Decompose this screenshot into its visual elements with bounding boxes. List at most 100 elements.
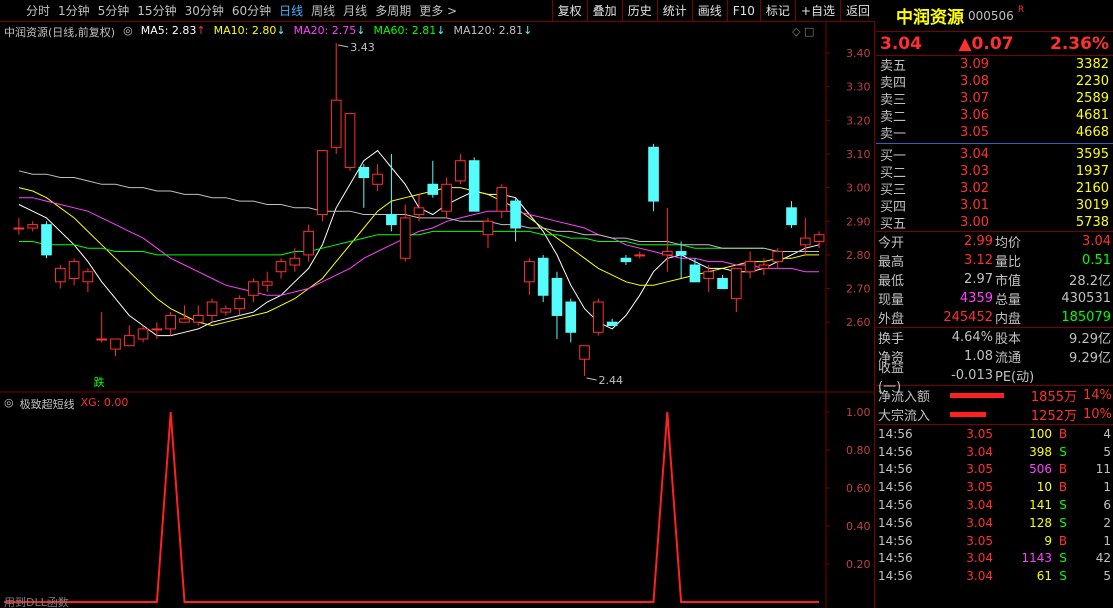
- tick-side: S: [1059, 444, 1067, 459]
- stat-label: 总量: [995, 293, 1022, 308]
- ob-price: 3.09: [960, 57, 989, 72]
- ob-volume: 4668: [1075, 125, 1109, 140]
- chart-svg[interactable]: 3.40 3.30 3.20 3.10 3.00 2.90 2.80 2.70 2.60 3.43…: [0, 22, 875, 608]
- candle-body: [524, 261, 535, 283]
- tick-row: 14:56 3.04 398 S 5: [876, 443, 1113, 461]
- candle-body: [275, 261, 287, 273]
- ma-arrow-icon: ↓: [436, 24, 446, 37]
- stock-title-row: 中润资源 000506 R: [876, 0, 1113, 32]
- y-tick-label: 3.20: [846, 114, 871, 127]
- candle-body: [551, 277, 563, 316]
- tab-period-9[interactable]: 多周期: [371, 2, 415, 19]
- toolbar-action-8[interactable]: 返回: [839, 0, 875, 22]
- high-label: 3.43: [350, 41, 375, 54]
- toolbar-action-2[interactable]: 历史: [621, 0, 657, 22]
- candle-body: [27, 224, 39, 229]
- tick-volume: 61: [1036, 569, 1052, 584]
- candle-body: [468, 160, 480, 212]
- candle-body: [330, 99, 342, 148]
- candle-body: [165, 314, 176, 330]
- candle-body: [110, 338, 121, 350]
- tick-volume: 10: [1036, 480, 1052, 495]
- stat-value: 2.99: [964, 234, 993, 249]
- candle-body: [703, 271, 715, 279]
- ma-value: MA60: 2.81: [373, 24, 437, 37]
- ob-volume: 2230: [1075, 74, 1109, 89]
- xg-line: [4, 411, 820, 603]
- toolbar-action-5[interactable]: F10: [726, 0, 760, 22]
- tick-price: 3.05: [966, 480, 993, 495]
- bottom-note: 用到DLL函数: [4, 596, 69, 608]
- ob-price: 3.01: [960, 198, 989, 213]
- sub-settings-icon[interactable]: ◎: [4, 396, 14, 412]
- stat-label: 市值: [995, 274, 1022, 289]
- candle-body: [662, 251, 673, 256]
- flow-bar: [950, 393, 1004, 398]
- chart-area[interactable]: 3.40 3.30 3.20 3.10 3.00 2.90 2.80 2.70 2.60 3.43…: [0, 22, 875, 608]
- stat-row: 换手 4.64% 股本 9.29亿: [876, 328, 1113, 347]
- stat-label: 内盘: [995, 312, 1022, 327]
- tick-count: 5: [1103, 569, 1111, 584]
- sub-indicator-value: XG: 0.00: [80, 396, 129, 409]
- price-row: 3.04 ▲0.07 2.36%: [876, 32, 1113, 56]
- quote-panel: 中润资源 000506 R 3.04 ▲0.07 2.36% 卖五 3.09 338…: [876, 0, 1113, 608]
- tick-volume: 1143: [1021, 551, 1052, 566]
- tab-period-1[interactable]: 1分钟: [54, 2, 94, 19]
- bid-row: 买四 3.01 3019: [876, 197, 1113, 215]
- toolbar-action-4[interactable]: 画线: [691, 0, 727, 22]
- ob-volume: 5738: [1075, 215, 1109, 230]
- chart-settings-icon[interactable]: ◎: [123, 24, 133, 40]
- tab-period-8[interactable]: 月线: [339, 2, 371, 19]
- tab-period-3[interactable]: 15分钟: [133, 2, 180, 19]
- tab-period-4[interactable]: 30分钟: [181, 2, 228, 19]
- tick-side: B: [1058, 480, 1068, 495]
- book-divider: [876, 143, 1113, 144]
- y-tick-label: 2.90: [846, 215, 871, 228]
- toolbar-action-1[interactable]: 叠加: [586, 0, 622, 22]
- y-tick-label: 0.20: [846, 558, 871, 571]
- tab-period-10[interactable]: 更多 >: [415, 2, 461, 19]
- candle-body: [496, 187, 508, 212]
- stat-label: 最高: [878, 255, 905, 270]
- tick-count: 4: [1103, 426, 1111, 441]
- candle-body: [54, 267, 66, 283]
- tick-price: 3.04: [966, 444, 993, 459]
- toolbar-action-3[interactable]: 统计: [656, 0, 692, 22]
- tick-time: 14:56: [878, 533, 913, 548]
- candle-body: [648, 146, 659, 202]
- flow-pct: 14%: [1083, 388, 1112, 403]
- candle-body: [413, 207, 425, 216]
- tick-time: 14:56: [878, 498, 913, 513]
- chart-expand-icon[interactable]: ◇ □: [792, 25, 814, 38]
- candle-body: [772, 251, 784, 263]
- tab-period-5[interactable]: 60分钟: [228, 2, 275, 19]
- ma-arrow-icon: ↑: [196, 24, 206, 37]
- candle-body: [206, 301, 218, 316]
- stat-label: 换手: [878, 332, 905, 347]
- tab-period-7[interactable]: 周线: [307, 2, 339, 19]
- ask-row: 卖四 3.08 2230: [876, 73, 1113, 91]
- tab-period-6[interactable]: 日线: [275, 2, 307, 19]
- ob-level-label: 买五: [880, 217, 907, 232]
- candle-body: [717, 277, 728, 290]
- stat-label: 最低: [878, 274, 905, 289]
- candle-body: [799, 237, 811, 246]
- chart-stock-name: 中润资源(日线,前复权): [4, 26, 116, 39]
- tick-count: 42: [1095, 551, 1111, 566]
- stat-value: -0.013: [951, 368, 993, 383]
- ma-arrow-icon: ↓: [276, 24, 286, 37]
- ask-row: 卖五 3.09 3382: [876, 56, 1113, 74]
- candle-body: [82, 271, 94, 283]
- candle-body: [248, 281, 259, 296]
- order-book: 卖五 3.09 3382 卖四 3.08 2230 卖三 3.07 2589 卖二 3.06 4681…: [876, 56, 1113, 232]
- tab-period-2[interactable]: 5分钟: [94, 2, 134, 19]
- tick-time: 14:56: [878, 515, 913, 530]
- toolbar-action-6[interactable]: 标记: [759, 0, 795, 22]
- tick-volume: 100: [1029, 426, 1052, 441]
- flow-value: 1855万: [1030, 390, 1077, 405]
- tick-price: 3.04: [966, 498, 993, 513]
- toolbar-action-7[interactable]: +自选: [794, 0, 840, 22]
- toolbar-action-0[interactable]: 复权: [551, 0, 587, 22]
- tab-period-0[interactable]: 分时: [22, 2, 54, 19]
- candle-body: [675, 251, 687, 256]
